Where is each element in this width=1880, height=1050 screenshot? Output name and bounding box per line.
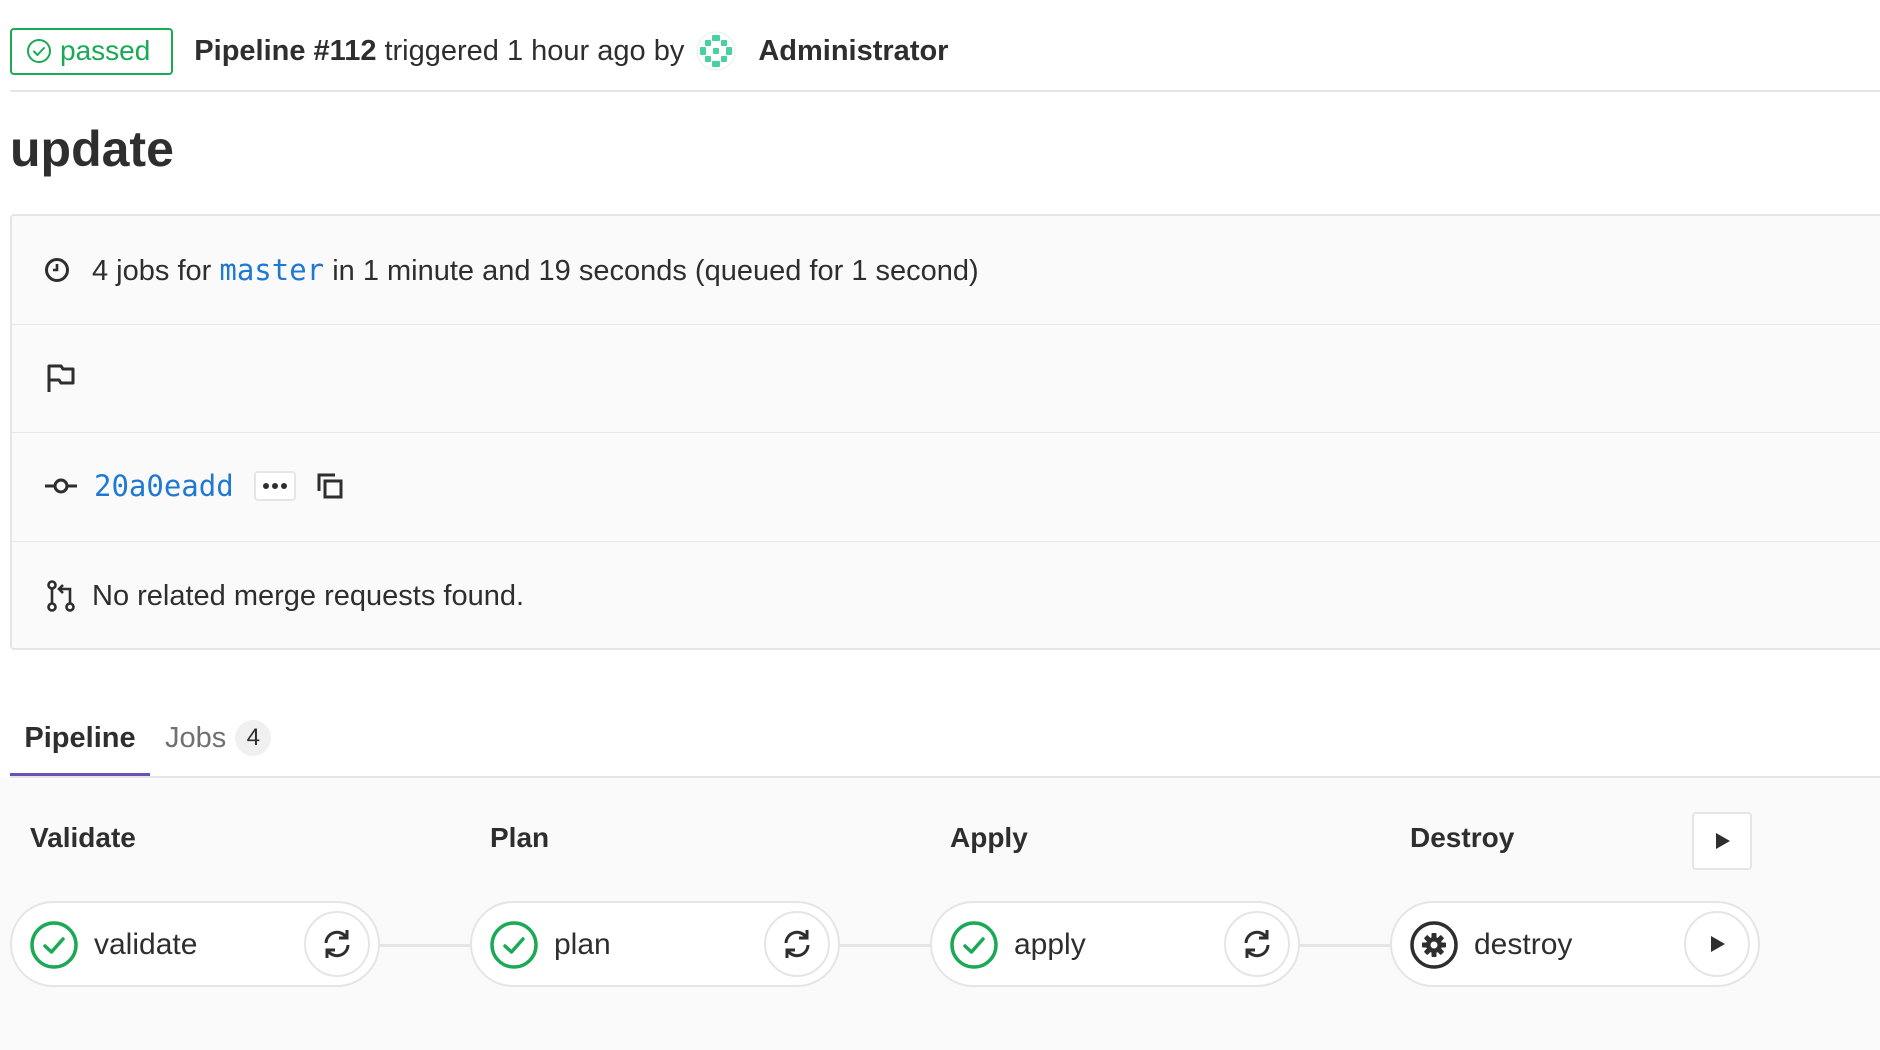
success-status-icon bbox=[30, 921, 78, 969]
job-name: apply bbox=[1014, 928, 1086, 961]
tab-jobs-label: Jobs bbox=[165, 721, 227, 754]
stage-title-apply: Apply bbox=[950, 822, 1028, 853]
job-destroy[interactable]: destroy bbox=[1390, 901, 1760, 987]
user-name-link[interactable]: Administrator bbox=[758, 35, 948, 68]
merge-request-icon bbox=[47, 580, 75, 612]
job-validate[interactable]: validate bbox=[10, 901, 380, 987]
check-circle-icon bbox=[27, 39, 51, 63]
retry-icon bbox=[324, 930, 350, 958]
retry-button[interactable] bbox=[764, 911, 830, 977]
manual-status-icon bbox=[1410, 921, 1458, 969]
status-badge[interactable]: passed bbox=[10, 27, 174, 75]
flag-icon bbox=[47, 364, 75, 392]
expand-commit-message-button[interactable] bbox=[253, 471, 296, 501]
row-divider bbox=[12, 324, 1880, 325]
tab-pipeline-label: Pipeline bbox=[24, 721, 136, 754]
job-plan[interactable]: plan bbox=[470, 901, 840, 987]
job-name: destroy bbox=[1474, 928, 1573, 961]
ellipsis-icon bbox=[262, 483, 287, 489]
play-button[interactable] bbox=[1684, 911, 1750, 977]
pipeline-id: Pipeline #112 bbox=[194, 34, 377, 67]
avatar[interactable] bbox=[696, 31, 736, 71]
pipeline-info-box: 4 jobs for master in 1 minute and 19 sec… bbox=[10, 214, 1880, 650]
clock-icon bbox=[45, 258, 69, 282]
stage-title-plan: Plan bbox=[490, 822, 550, 853]
stage-title-destroy: Destroy bbox=[1410, 822, 1515, 853]
flag-row bbox=[44, 346, 1880, 410]
jobs-count-badge: 4 bbox=[235, 720, 272, 756]
pipeline-tabs: Pipeline Jobs 4 bbox=[10, 700, 1880, 778]
play-icon bbox=[1711, 936, 1725, 952]
stage-connector bbox=[1300, 944, 1392, 947]
row-divider bbox=[12, 432, 1880, 433]
job-apply[interactable]: apply bbox=[930, 901, 1300, 987]
tab-pipeline[interactable]: Pipeline bbox=[10, 700, 150, 776]
status-label: passed bbox=[60, 35, 151, 66]
merge-requests-row: No related merge requests found. bbox=[44, 564, 1880, 628]
jobs-summary-row: 4 jobs for master in 1 minute and 19 sec… bbox=[44, 238, 1880, 302]
copy-icon bbox=[317, 473, 343, 499]
triggered-text: triggered 1 hour ago by bbox=[384, 34, 685, 67]
play-icon bbox=[1716, 833, 1730, 849]
page-title: update bbox=[10, 121, 174, 177]
commit-sha-link[interactable]: 20a0eadd bbox=[94, 469, 234, 503]
pipeline-graph: Validate validate Plan plan Apply apply … bbox=[0, 778, 1880, 1050]
success-status-icon bbox=[490, 921, 538, 969]
retry-icon bbox=[1244, 930, 1270, 958]
success-status-icon bbox=[950, 921, 998, 969]
branch-link[interactable]: master bbox=[219, 253, 324, 287]
copy-sha-button[interactable] bbox=[314, 470, 346, 502]
job-name: validate bbox=[94, 928, 198, 961]
stage-title-validate: Validate bbox=[30, 822, 136, 853]
row-divider bbox=[12, 541, 1880, 542]
stage-connector bbox=[840, 944, 932, 947]
retry-icon bbox=[784, 930, 810, 958]
tab-jobs[interactable]: Jobs 4 bbox=[165, 700, 272, 776]
no-merge-requests-text: No related merge requests found. bbox=[92, 579, 525, 612]
jobs-count-text: 4 jobs for bbox=[92, 254, 212, 287]
commit-row: 20a0eadd bbox=[44, 454, 1880, 518]
commit-icon bbox=[45, 478, 77, 494]
pipeline-header: passed Pipeline #112 triggered 1 hour ag… bbox=[10, 11, 1880, 91]
retry-button[interactable] bbox=[304, 911, 370, 977]
stage-connector bbox=[380, 944, 472, 947]
header-divider bbox=[10, 90, 1880, 92]
retry-button[interactable] bbox=[1224, 911, 1290, 977]
duration-text: in 1 minute and 19 seconds (queued for 1… bbox=[332, 254, 979, 287]
job-name: plan bbox=[554, 928, 611, 961]
stage-play-all-button[interactable] bbox=[1692, 812, 1752, 870]
